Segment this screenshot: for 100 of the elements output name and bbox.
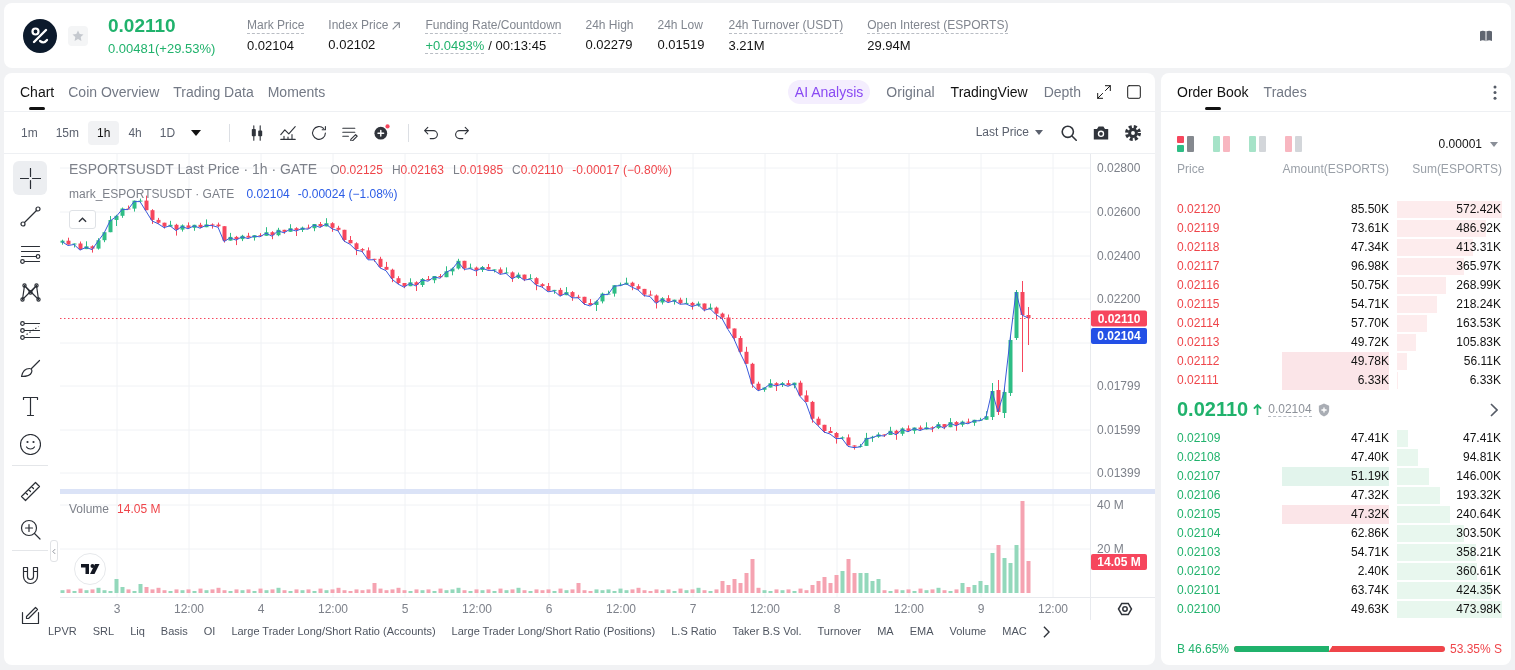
precision-dropdown[interactable]: 0.00001 [1438,136,1498,152]
order-book-tab[interactable]: Order Book [1177,73,1249,111]
funding-rate: +0.0493% [425,37,485,54]
arrow-up-right-icon[interactable] [391,20,402,31]
order-sum: 268.99K [1456,278,1502,292]
stat-value: 0.01519 [657,37,705,53]
order-amount: 57.70K [1349,315,1389,332]
undo-icon[interactable] [423,124,440,141]
order-amount: 63.74K [1349,582,1389,599]
view-tab[interactable]: Original [886,73,935,111]
order-price: 0.02104 [1177,525,1222,542]
settings-icon[interactable] [1125,124,1141,141]
chart-tab[interactable]: Chart [20,73,55,111]
interval-tab[interactable]: 4h [119,120,151,145]
crosshair-icon [19,167,41,189]
time-axis-label: 12:00 [894,602,924,616]
stat-label: 24h Low [657,18,703,33]
order-price: 0.02100 [1177,601,1222,618]
time-axis-label: 5 [401,602,409,616]
indicator-tab[interactable]: Volume [949,625,987,639]
caret-down-icon [1490,141,1498,147]
last-price: 0.02110 [1177,397,1249,422]
order-price: 0.02112 [1177,353,1221,370]
order-sum: 105.83K [1456,335,1502,349]
stat-value: 29.94M [867,37,912,54]
order-amount: 73.61K [1349,220,1389,237]
logo-icon[interactable] [74,553,106,585]
ai-analysis-tab[interactable]: AI Analysis [787,80,871,104]
smiley-icon [19,433,41,455]
order-price: 0.02106 [1177,487,1222,504]
interval-tab[interactable]: 1m [12,120,47,145]
caret-down-icon[interactable] [191,129,202,136]
indicator-tab[interactable]: Large Trader Long/Short Ratio (Accounts) [231,625,436,639]
price-axis-label: 0.02600 [1097,205,1141,219]
order-sum: 365.97K [1456,259,1502,273]
indicator-tab[interactable]: OI [203,625,216,639]
column-header: Amount(ESPORTS) [1282,161,1389,177]
side-collapse-handle[interactable] [50,540,58,562]
view-tab[interactable]: Depth [1043,73,1081,111]
order-book-tab[interactable]: Trades [1263,73,1307,111]
chart-tab[interactable]: Moments [267,73,326,111]
indicator-tab[interactable]: Basis [160,625,188,639]
order-price: 0.02109 [1177,430,1222,447]
interval-tab[interactable]: 15m [46,120,88,145]
redo-icon[interactable] [454,124,471,141]
order-amount: 49.72K [1349,334,1389,351]
view-tab[interactable]: TradingView [950,73,1028,111]
order-sum: 486.92K [1456,221,1502,235]
brush-icon [19,357,41,379]
replay-icon[interactable] [311,124,328,141]
order-amount: 54.71K [1349,544,1389,561]
interval-tab[interactable]: 1D [150,120,185,145]
indicator-tab[interactable]: L.S Ratio [671,625,717,639]
collapse-legend-button[interactable] [69,210,96,229]
camera-icon[interactable] [1093,124,1109,141]
indicator-tab[interactable]: EMA [909,625,934,639]
more-menu-icon[interactable] [1493,84,1497,100]
chart-tab[interactable]: Coin Overview [68,73,160,111]
order-price: 0.02116 [1177,277,1221,294]
time-axis-label: 8 [833,602,841,616]
column-header: Price [1177,161,1206,177]
chart-tab[interactable]: Trading Data [173,73,254,111]
square-icon[interactable] [1127,85,1141,99]
plus-circle-icon[interactable] [372,124,390,141]
indicator-tab[interactable]: LPVR [48,625,77,639]
last-price-tag: 0.02110 [1091,310,1147,327]
indicator-chart-icon[interactable] [280,124,297,141]
indicator-tab[interactable]: MAC [1002,625,1027,639]
book-icon[interactable] [1479,28,1493,43]
time-axis-label: 12:00 [1038,602,1068,616]
order-amount: 49.63K [1349,601,1389,618]
order-amount: 2.40K [1356,563,1389,580]
search-icon[interactable] [1061,124,1077,141]
indicator-tab[interactable]: MA [877,625,894,639]
indicator-tab[interactable]: SRL [92,625,115,639]
time-axis-label: 6 [545,602,553,616]
drawing-tool-button[interactable] [13,161,47,195]
indicator-tab[interactable]: Liq [130,625,145,639]
price-source-dropdown[interactable]: Last Price [975,125,1043,140]
order-sum: 94.81K [1462,450,1502,464]
order-price: 0.02103 [1177,544,1222,561]
chevron-right-icon[interactable] [1490,402,1498,417]
fib-lines-icon [19,319,41,341]
funding-countdown: / 00:13:45 [488,37,547,53]
expand-icon[interactable] [1097,85,1111,99]
coin-logo-icon [23,18,57,53]
stat-value: 0.02102 [328,37,377,53]
time-axis-label: 12:00 [318,602,348,616]
book-layout-icon[interactable] [1177,136,1194,152]
indicator-tab[interactable]: Taker B.S Vol. [732,625,802,639]
interval-tab[interactable]: 1h [88,120,120,145]
stat-value: 0.02279 [585,37,634,53]
chevron-right-icon[interactable] [1042,626,1050,638]
order-amount: 6.33K [1282,371,1389,390]
chart-settings-icon[interactable] [1117,602,1133,616]
order-price: 0.02113 [1177,334,1221,351]
indicator-tab[interactable]: Large Trader Long/Short Ratio (Positions) [451,625,656,639]
indicator-tab[interactable]: Turnover [817,625,862,639]
stat-value: 0.02104 [247,37,295,54]
stat-label: Index Price [328,18,389,33]
